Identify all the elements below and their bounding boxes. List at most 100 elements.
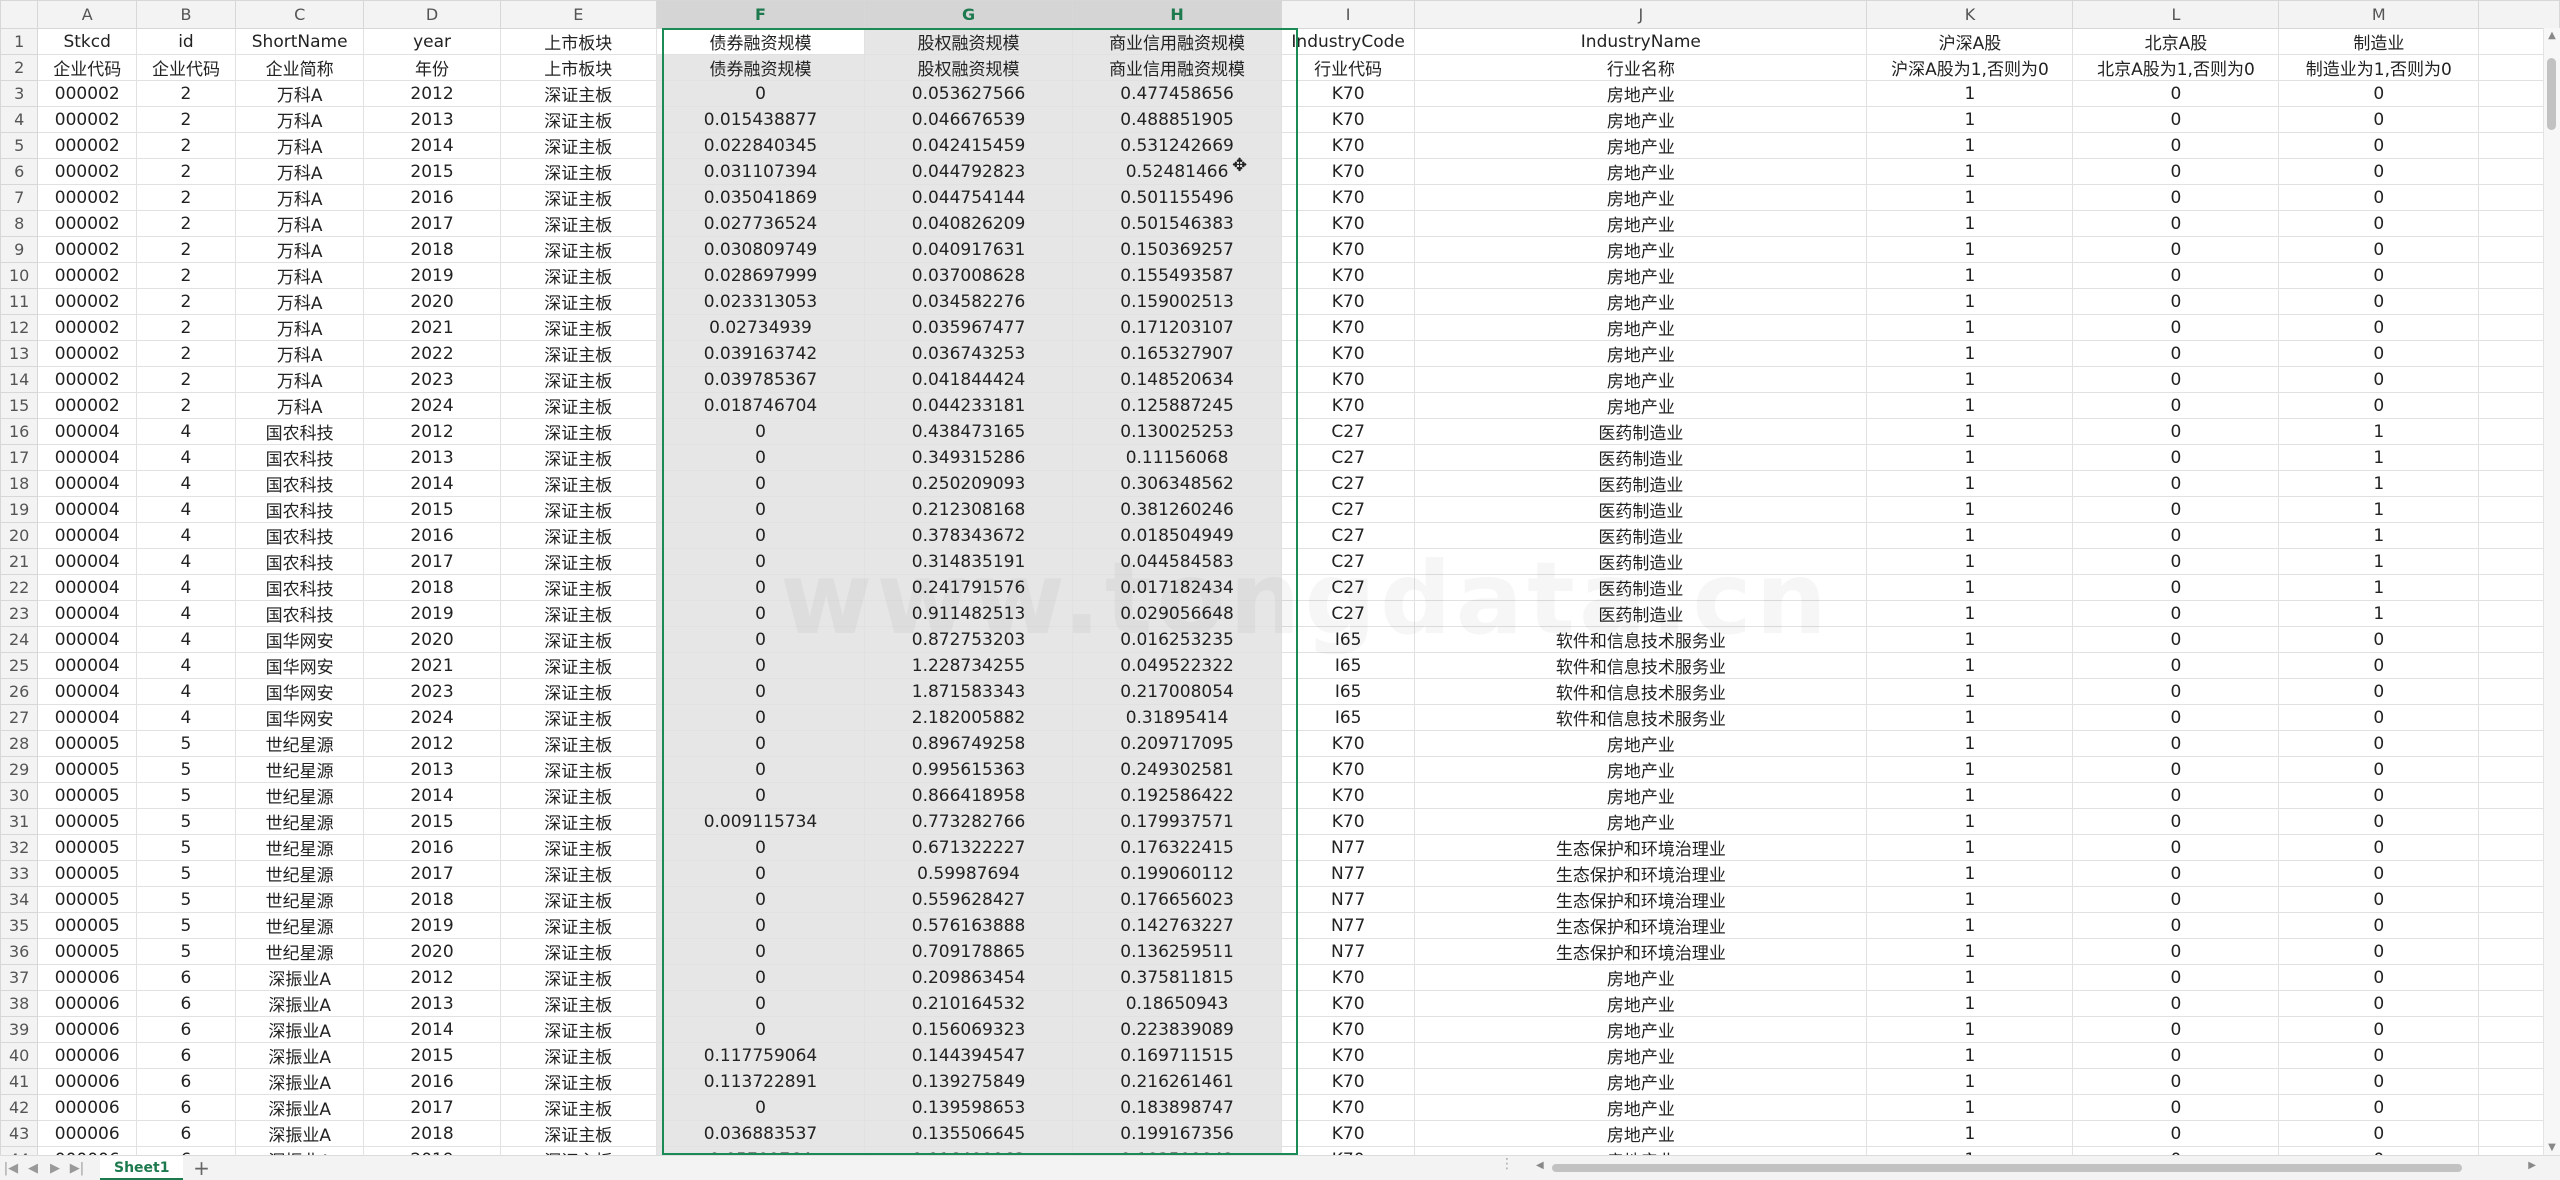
cell[interactable]: 0.035967477 bbox=[864, 314, 1074, 341]
row-header[interactable]: 40 bbox=[0, 1042, 39, 1069]
cell[interactable]: 1 bbox=[1866, 782, 2074, 809]
cell[interactable]: 2 bbox=[136, 392, 236, 419]
cell[interactable]: 0.199060112 bbox=[1072, 860, 1283, 887]
cell[interactable]: 000004 bbox=[37, 600, 138, 627]
cell[interactable]: 000005 bbox=[37, 834, 138, 861]
cell[interactable]: 深证主板 bbox=[499, 80, 657, 107]
column-header[interactable]: H bbox=[1072, 0, 1283, 29]
cell[interactable]: 0 bbox=[655, 886, 866, 913]
cell[interactable]: 000004 bbox=[37, 678, 138, 705]
cell[interactable]: N77 bbox=[1281, 912, 1416, 939]
cell[interactable]: 0 bbox=[2278, 1042, 2480, 1069]
row-header[interactable]: 39 bbox=[0, 1016, 39, 1043]
cell[interactable]: K70 bbox=[1281, 1094, 1416, 1121]
cell[interactable]: 0.148520634 bbox=[1072, 366, 1283, 393]
cell[interactable]: 000006 bbox=[37, 1016, 138, 1043]
cell[interactable]: 6 bbox=[136, 1094, 236, 1121]
cell[interactable]: 0 bbox=[2072, 288, 2280, 315]
row-header[interactable]: 5 bbox=[0, 132, 39, 159]
cell[interactable]: 0 bbox=[2278, 834, 2480, 861]
cell[interactable]: 0.192586422 bbox=[1072, 782, 1283, 809]
cell[interactable]: 1 bbox=[1866, 678, 2074, 705]
cell[interactable]: 0.671322227 bbox=[864, 834, 1074, 861]
row-header[interactable]: 27 bbox=[0, 704, 39, 731]
cell[interactable]: N77 bbox=[1281, 938, 1416, 965]
cell[interactable]: IndustryCode bbox=[1281, 28, 1416, 55]
cell[interactable]: 深证主板 bbox=[499, 496, 657, 523]
cell[interactable]: 2 bbox=[136, 210, 236, 237]
cell[interactable]: 深证主板 bbox=[499, 834, 657, 861]
cell[interactable]: 000006 bbox=[37, 1068, 138, 1095]
cell[interactable]: I65 bbox=[1281, 704, 1416, 731]
cell[interactable]: 000006 bbox=[37, 990, 138, 1017]
cell[interactable]: 000005 bbox=[37, 782, 138, 809]
cell[interactable]: C27 bbox=[1281, 522, 1416, 549]
cell[interactable]: 深证主板 bbox=[499, 1068, 657, 1095]
cell[interactable]: 0 bbox=[2278, 1146, 2480, 1155]
cell[interactable]: 0.139275849 bbox=[864, 1068, 1074, 1095]
row-header[interactable]: 36 bbox=[0, 938, 39, 965]
cell-table[interactable]: A B C D E F G H I J K L M 1 Stkcd id ShortName year 上市板块 债券… bbox=[0, 0, 2560, 1155]
scroll-down-icon[interactable]: ▼ bbox=[2544, 1142, 2560, 1153]
cell[interactable]: 0.036883537 bbox=[655, 1120, 866, 1147]
row-header[interactable]: 10 bbox=[0, 262, 39, 289]
cell[interactable]: 000002 bbox=[37, 80, 138, 107]
cell[interactable]: 2 bbox=[136, 158, 236, 185]
cell[interactable]: 0.034582276 bbox=[864, 288, 1074, 315]
cell[interactable]: 0.165327907 bbox=[1072, 340, 1283, 367]
cell[interactable]: 2019 bbox=[363, 912, 501, 939]
cell[interactable]: 0.041844424 bbox=[864, 366, 1074, 393]
cell[interactable]: 1 bbox=[1866, 366, 2074, 393]
cell[interactable]: 0.023313053 bbox=[655, 288, 866, 315]
cell[interactable]: 国华网安 bbox=[234, 678, 365, 705]
cell[interactable]: 万科A bbox=[234, 158, 365, 185]
cell[interactable]: 2017 bbox=[363, 548, 501, 575]
cell[interactable]: 深证主板 bbox=[499, 574, 657, 601]
cell[interactable]: 0 bbox=[2278, 80, 2480, 107]
cell[interactable]: 0 bbox=[2072, 860, 2280, 887]
row-header[interactable]: 20 bbox=[0, 522, 39, 549]
cell[interactable]: 1 bbox=[1866, 80, 2074, 107]
cell[interactable]: 0.31895414 bbox=[1072, 704, 1283, 731]
cell[interactable]: 0 bbox=[2072, 834, 2280, 861]
cell[interactable]: 1 bbox=[1866, 496, 2074, 523]
cell[interactable]: 2016 bbox=[363, 522, 501, 549]
cell[interactable]: 0.022840345 bbox=[655, 132, 866, 159]
cell[interactable]: 0 bbox=[2072, 990, 2280, 1017]
cell[interactable]: 2 bbox=[136, 106, 236, 133]
cell[interactable]: 000004 bbox=[37, 548, 138, 575]
cell[interactable]: 生态保护和环境治理业 bbox=[1414, 912, 1868, 939]
cell[interactable]: 0.241791576 bbox=[864, 574, 1074, 601]
cell[interactable]: 深证主板 bbox=[499, 158, 657, 185]
cell[interactable]: 深振业A bbox=[234, 1016, 365, 1043]
cell[interactable]: 万科A bbox=[234, 392, 365, 419]
cell[interactable]: 6 bbox=[136, 1068, 236, 1095]
cell[interactable]: K70 bbox=[1281, 158, 1416, 185]
cell[interactable]: 2015 bbox=[363, 158, 501, 185]
cell[interactable]: K70 bbox=[1281, 808, 1416, 835]
cell[interactable]: 0.866418958 bbox=[864, 782, 1074, 809]
cell[interactable]: 0 bbox=[2072, 106, 2280, 133]
row-header[interactable]: 22 bbox=[0, 574, 39, 601]
cell[interactable]: 医药制造业 bbox=[1414, 548, 1868, 575]
cell[interactable]: 行业名称 bbox=[1414, 54, 1868, 81]
cell[interactable]: 1 bbox=[1866, 1146, 2074, 1155]
cell[interactable]: 0.009115734 bbox=[655, 808, 866, 835]
cell[interactable]: 2012 bbox=[363, 964, 501, 991]
cell[interactable]: 0 bbox=[2072, 444, 2280, 471]
row-header[interactable]: 7 bbox=[0, 184, 39, 211]
cell[interactable]: 1 bbox=[2278, 470, 2480, 497]
cell[interactable]: 0.139598653 bbox=[864, 1094, 1074, 1121]
cell[interactable]: id bbox=[136, 28, 236, 55]
cell[interactable]: 6 bbox=[136, 1146, 236, 1155]
cell[interactable]: K70 bbox=[1281, 340, 1416, 367]
cell[interactable]: 1 bbox=[1866, 1016, 2074, 1043]
cell[interactable]: 债券融资规模 bbox=[655, 28, 866, 55]
cell[interactable]: 0 bbox=[655, 704, 866, 731]
cell[interactable]: 0.249302581 bbox=[1072, 756, 1283, 783]
row-header[interactable]: 26 bbox=[0, 678, 39, 705]
cell[interactable]: 5 bbox=[136, 860, 236, 887]
cell[interactable]: 深证主板 bbox=[499, 522, 657, 549]
cell[interactable]: 沪深A股 bbox=[1866, 28, 2074, 55]
cell[interactable]: 1 bbox=[2278, 522, 2480, 549]
